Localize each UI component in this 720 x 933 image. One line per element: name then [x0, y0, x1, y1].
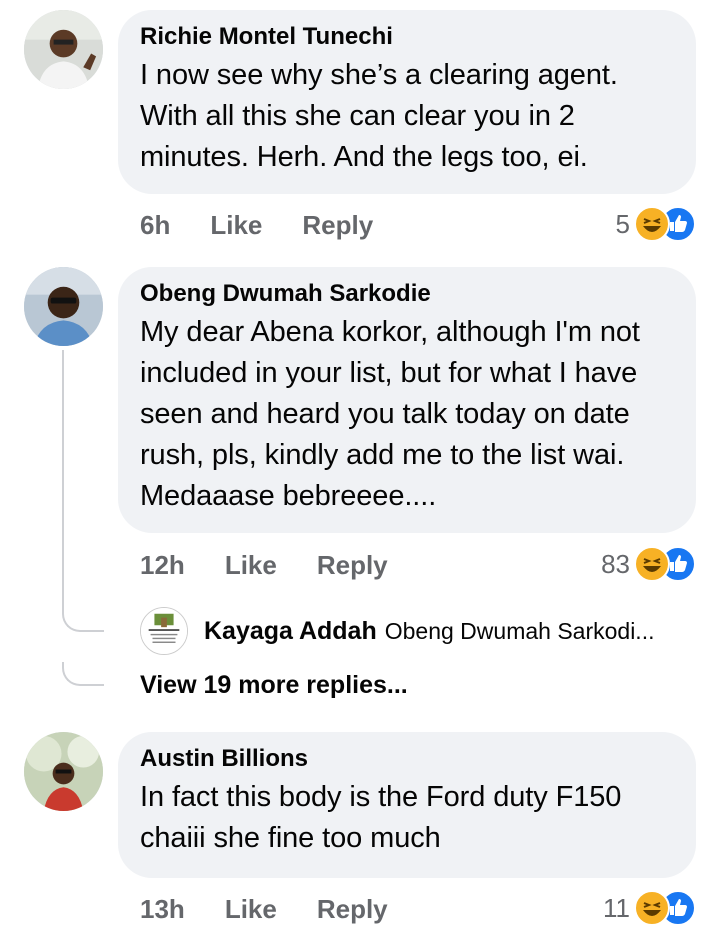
comment-actions: 12h Like Reply — [140, 548, 388, 582]
reaction-summary[interactable]: 83 — [601, 544, 696, 584]
comment-author[interactable]: Richie Montel Tunechi — [140, 22, 672, 52]
thread-connector — [62, 662, 104, 686]
comment-time[interactable]: 13h — [140, 894, 185, 925]
haha-reaction-icon — [634, 890, 670, 926]
avatar[interactable] — [24, 267, 103, 346]
reaction-summary[interactable]: 11 — [603, 888, 696, 928]
like-button[interactable]: Like — [225, 894, 277, 925]
haha-reaction-icon — [634, 546, 670, 582]
reaction-count: 11 — [603, 892, 630, 923]
haha-reaction-icon — [634, 206, 670, 242]
like-button[interactable]: Like — [210, 210, 262, 241]
comment-time[interactable]: 6h — [140, 210, 170, 241]
reply-text: Obeng Dwumah Sarkodi... — [384, 617, 655, 644]
comment-actions: 6h Like Reply — [140, 208, 373, 242]
reply-button[interactable]: Reply — [317, 550, 388, 581]
comment-time[interactable]: 12h — [140, 550, 185, 581]
reaction-count: 83 — [601, 548, 630, 579]
comment-author[interactable]: Austin Billions — [140, 744, 672, 774]
comment-bubble: Austin Billions In fact this body is the… — [118, 732, 696, 878]
reply-author[interactable]: Kayaga Addah — [204, 617, 377, 646]
reply-preview[interactable]: Kayaga Addah Obeng Dwumah Sarkodi... — [140, 606, 700, 656]
like-button[interactable]: Like — [225, 550, 277, 581]
view-more-replies-link[interactable]: View 19 more replies... — [140, 671, 408, 700]
comment-author[interactable]: Obeng Dwumah Sarkodie — [140, 279, 672, 309]
avatar[interactable] — [140, 607, 188, 655]
comment-bubble: Obeng Dwumah Sarkodie My dear Abena kork… — [118, 267, 696, 533]
reply-button[interactable]: Reply — [302, 210, 373, 241]
thread-connector — [62, 608, 104, 632]
reaction-summary[interactable]: 5 — [616, 204, 696, 244]
comment-actions: 13h Like Reply — [140, 892, 388, 926]
comment-text: I now see why she’s a clearing agent. Wi… — [140, 59, 618, 173]
avatar[interactable] — [24, 10, 103, 89]
thread-line — [62, 350, 64, 610]
comment-text: In fact this body is the Ford duty F150 … — [140, 781, 622, 854]
reaction-count: 5 — [615, 208, 630, 239]
comment-bubble: Richie Montel Tunechi I now see why she’… — [118, 10, 696, 194]
avatar[interactable] — [24, 732, 103, 811]
reply-button[interactable]: Reply — [317, 894, 388, 925]
comment-text: My dear Abena korkor, although I'm not i… — [140, 316, 640, 512]
